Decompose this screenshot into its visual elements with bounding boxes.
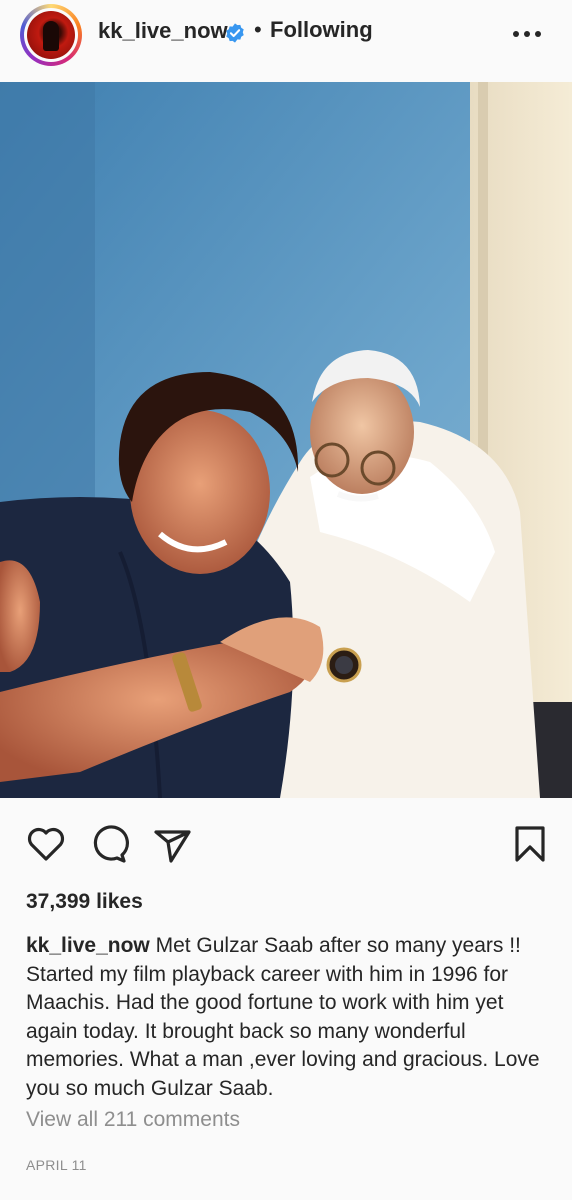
- username-link[interactable]: kk_live_now: [98, 18, 228, 44]
- send-icon[interactable]: [150, 820, 194, 868]
- likes-count[interactable]: 37,399 likes: [26, 890, 143, 914]
- post-date: APRIL 11: [26, 1157, 87, 1173]
- comment-icon[interactable]: [86, 820, 130, 868]
- caption-username[interactable]: kk_live_now: [26, 934, 150, 957]
- separator-dot: •: [254, 17, 262, 42]
- caption-text: Met Gulzar Saab after so many years !! S…: [26, 934, 540, 1100]
- post-actions-bar: [0, 820, 572, 870]
- verified-badge-icon: [226, 23, 244, 43]
- following-button[interactable]: Following: [270, 17, 373, 43]
- post-photo[interactable]: [0, 82, 572, 798]
- more-options-icon[interactable]: [512, 30, 542, 38]
- heart-icon[interactable]: [24, 820, 68, 868]
- photo-image: [0, 82, 572, 798]
- post-header: kk_live_now • Following: [0, 0, 572, 82]
- view-comments-link[interactable]: View all 211 comments: [26, 1108, 240, 1132]
- post-caption: kk_live_now Met Gulzar Saab after so man…: [26, 932, 546, 1103]
- bookmark-icon[interactable]: [508, 820, 552, 868]
- profile-avatar[interactable]: [20, 4, 82, 66]
